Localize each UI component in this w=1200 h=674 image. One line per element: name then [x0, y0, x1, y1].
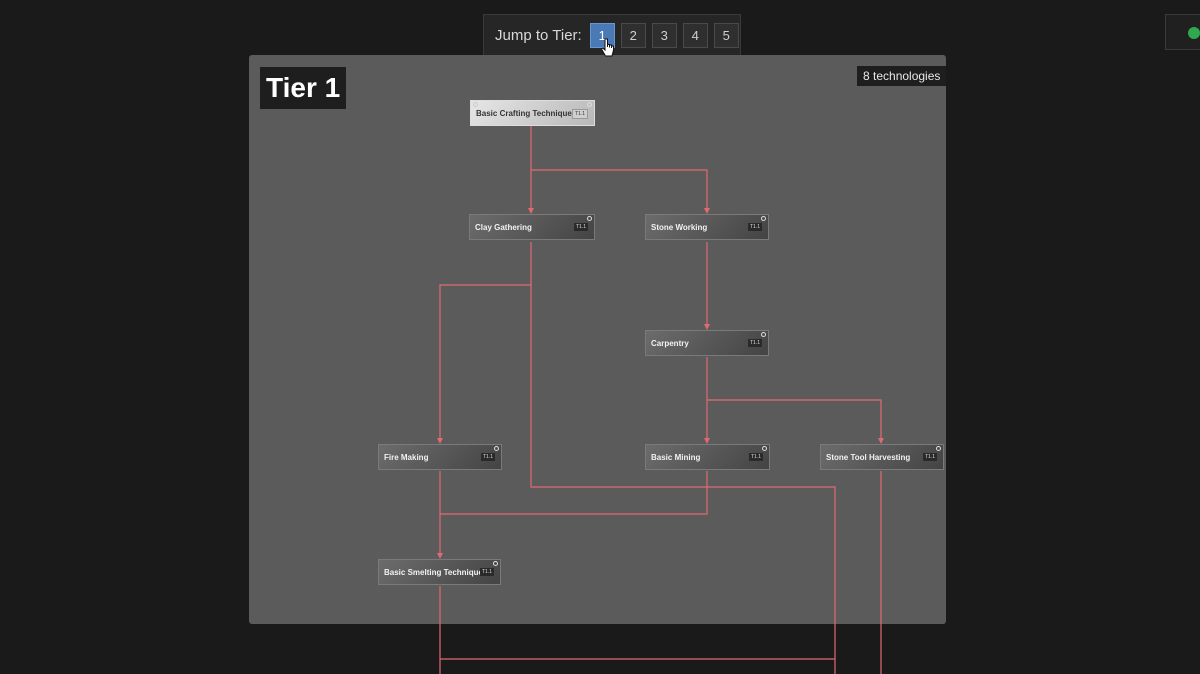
tech-node-label: Stone Tool Harvesting: [826, 453, 911, 462]
edge-clay-fire: [439, 242, 532, 442]
tech-node-badge: T1.1: [922, 453, 937, 461]
tech-node-label: Clay Gathering: [475, 223, 532, 232]
edge-mining-smelting: [440, 471, 708, 515]
tech-tree-page: Jump to Tier: 1 2 3 4 5 Tier 1 8 technol…: [0, 0, 1200, 674]
tech-node-label: Basic Mining: [651, 453, 701, 462]
tech-node-stone-tool-harvesting[interactable]: Stone Tool Harvesting T1.1: [820, 444, 944, 470]
edge-carpentry-harvest: [707, 399, 882, 442]
tech-node-badge: T1.1: [573, 223, 588, 231]
tech-node-fire-making[interactable]: Fire Making T1.1: [378, 444, 502, 470]
tech-node-badge: T1.1: [747, 339, 762, 347]
node-pin-icon: [587, 102, 592, 107]
tech-node-stone-working[interactable]: Stone Working T1.1: [645, 214, 769, 240]
node-pin-icon: [473, 102, 478, 107]
node-pin-icon: [761, 332, 766, 337]
tech-node-badge: T1.1: [479, 568, 494, 576]
hand-cursor-icon: [600, 38, 614, 57]
edge-crafting-stone: [531, 169, 708, 212]
node-pin-icon: [493, 561, 498, 566]
tech-node-basic-crafting-techniques[interactable]: Basic Crafting Techniques T1.1: [470, 100, 595, 126]
tech-node-label: Basic Crafting Techniques: [476, 109, 577, 118]
tech-node-basic-smelting-techniques[interactable]: Basic Smelting Techniques T1.1: [378, 559, 501, 585]
tech-node-clay-gathering[interactable]: Clay Gathering T1.1: [469, 214, 595, 240]
node-pin-icon: [761, 216, 766, 221]
tech-node-label: Stone Working: [651, 223, 708, 232]
tech-node-label: Carpentry: [651, 339, 689, 348]
tech-node-carpentry[interactable]: Carpentry T1.1: [645, 330, 769, 356]
node-pin-icon: [587, 216, 592, 221]
tech-node-badge: T1.1: [571, 109, 588, 119]
node-pin-icon: [762, 446, 767, 451]
dependency-edges: [437, 126, 884, 674]
tech-node-badge: T1.1: [480, 453, 495, 461]
tech-node-badge: T1.1: [748, 453, 763, 461]
tech-node-badge: T1.1: [747, 223, 762, 231]
tech-node-label: Basic Smelting Techniques: [384, 568, 488, 577]
tech-node-label: Fire Making: [384, 453, 429, 462]
node-pin-icon: [494, 446, 499, 451]
tech-node-basic-mining[interactable]: Basic Mining T1.1: [645, 444, 770, 470]
node-pin-icon: [936, 446, 941, 451]
